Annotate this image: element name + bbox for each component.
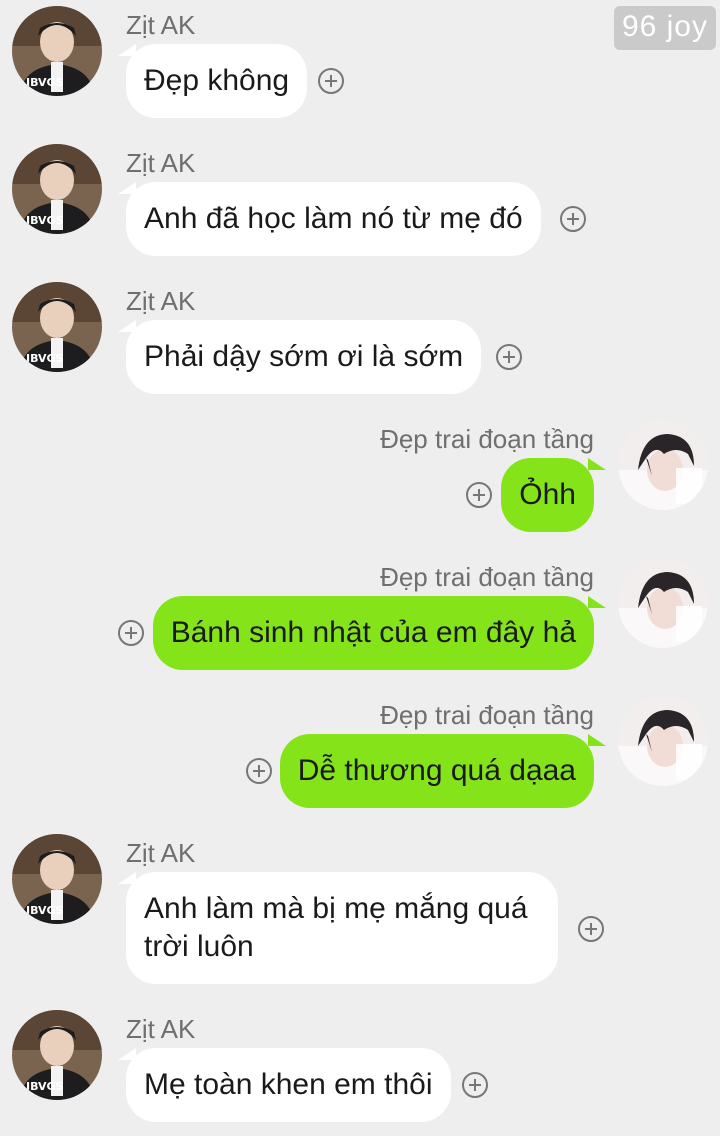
sender-avatar[interactable]	[618, 420, 708, 510]
plus-circle-icon[interactable]	[496, 344, 522, 370]
sender-avatar[interactable]: IBVGS	[12, 834, 102, 924]
message-bubble[interactable]: Đẹp không	[126, 44, 308, 118]
bubble-tail	[588, 458, 606, 470]
sender-avatar[interactable]	[618, 558, 708, 648]
plus-circle-icon[interactable]	[466, 482, 492, 508]
svg-text:IBVGS: IBVGS	[26, 76, 64, 89]
plus-circle-icon[interactable]	[246, 758, 272, 784]
sender-name: Đẹp trai đoạn tầng	[380, 424, 594, 454]
bubble-tail	[588, 734, 606, 746]
sender-name: Zịt AK	[126, 1014, 196, 1044]
sender-avatar[interactable]	[618, 696, 708, 786]
message-bubble[interactable]: Anh làm mà bị mẹ mắng quá trời luôn	[126, 872, 558, 984]
message-bubble[interactable]: Mẹ toàn khen em thôi	[126, 1048, 451, 1122]
plus-circle-icon[interactable]	[318, 68, 344, 94]
sender-name: Zịt AK	[126, 10, 196, 40]
message-bubble[interactable]: Bánh sinh nhật của em đây hả	[152, 596, 594, 670]
sender-name: Đẹp trai đoạn tầng	[380, 562, 594, 592]
bubble-tail	[588, 596, 606, 608]
sender-avatar[interactable]: IBVGS	[12, 144, 102, 234]
message-row: IBVGS Zịt AK Phải dậy sớm ơi là sớm	[0, 276, 720, 406]
message-row: Đẹp trai đoạn tầng Ỏhh	[0, 414, 720, 544]
plus-circle-icon[interactable]	[578, 916, 604, 942]
message-bubble[interactable]: Ỏhh	[501, 458, 594, 532]
plus-circle-icon[interactable]	[118, 620, 144, 646]
sender-avatar[interactable]: IBVGS	[12, 1010, 102, 1100]
svg-text:IBVGS: IBVGS	[26, 904, 64, 917]
sender-avatar[interactable]: IBVGS	[12, 282, 102, 372]
plus-circle-icon[interactable]	[462, 1072, 488, 1098]
svg-text:IBVGS: IBVGS	[26, 214, 64, 227]
message-bubble[interactable]: Phải dậy sớm ơi là sớm	[126, 320, 482, 394]
sender-name: Zịt AK	[126, 838, 196, 868]
sender-name: Zịt AK	[126, 286, 196, 316]
message-row: Đẹp trai đoạn tầng Dễ thương quá dạaa	[0, 690, 720, 820]
message-row: IBVGS Zịt AK Đẹp không	[0, 0, 720, 130]
svg-text:IBVGS: IBVGS	[26, 1080, 64, 1093]
message-row: IBVGS Zịt AK Anh đã học làm nó từ mẹ đó	[0, 138, 720, 268]
message-row: IBVGS Zịt AK Mẹ toàn khen em thôi	[0, 1004, 720, 1134]
message-bubble[interactable]: Dễ thương quá dạaa	[279, 734, 594, 808]
message-row: Đẹp trai đoạn tầng Bánh sinh nhật của em…	[0, 552, 720, 682]
message-bubble[interactable]: Anh đã học làm nó từ mẹ đó	[126, 182, 541, 256]
message-row: IBVGS Zịt AK Anh làm mà bị mẹ mắng quá t…	[0, 828, 720, 998]
sender-name: Đẹp trai đoạn tầng	[380, 700, 594, 730]
svg-text:IBVGS: IBVGS	[26, 352, 64, 365]
sender-avatar[interactable]: IBVGS	[12, 6, 102, 96]
sender-name: Zịt AK	[126, 148, 196, 178]
plus-circle-icon[interactable]	[560, 206, 586, 232]
